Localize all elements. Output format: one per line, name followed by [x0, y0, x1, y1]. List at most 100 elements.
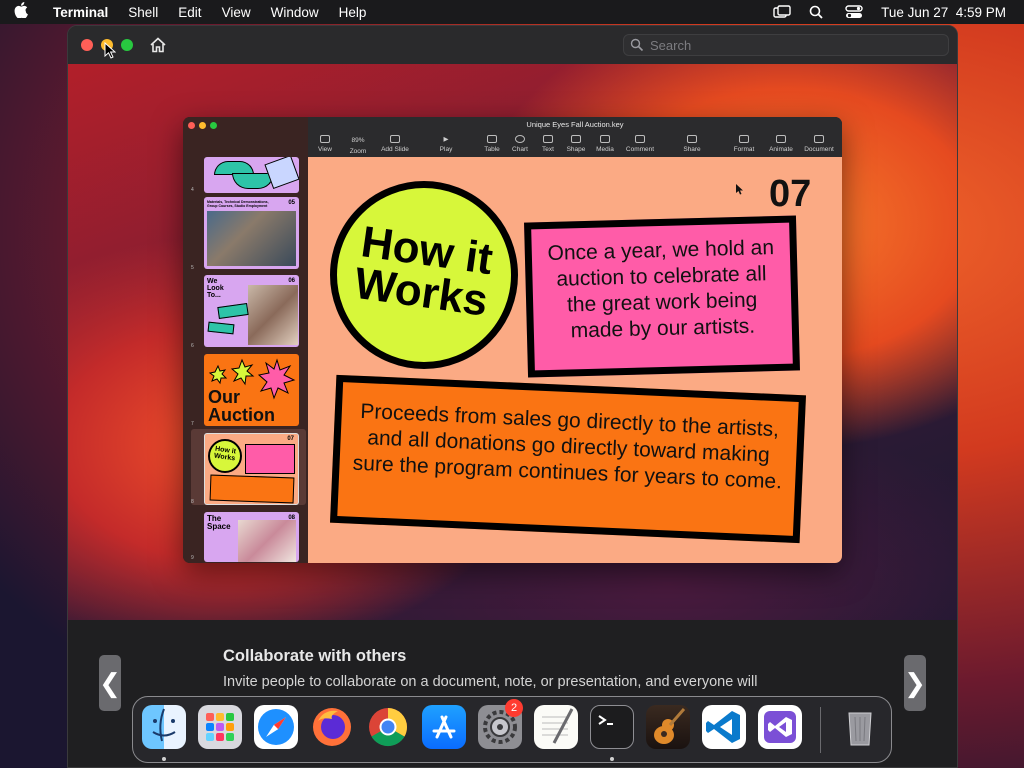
firefox-icon[interactable] [310, 705, 354, 749]
chart-icon [515, 135, 525, 143]
slide-headline: How it Works [351, 217, 496, 326]
orange-callout-text: Proceeds from sales go directly to the a… [352, 399, 783, 494]
textedit-icon[interactable] [534, 705, 578, 749]
slide-number: 07 [769, 173, 812, 215]
keynote-toolbar: Unique Eyes Fall Auction.key View 89% Zoo… [308, 117, 842, 157]
menu-help[interactable]: Help [339, 5, 367, 20]
slide-thumbnail[interactable]: Our Auction [204, 354, 299, 426]
toolbar-share: Share [675, 135, 709, 153]
slide-pointer-icon [736, 184, 743, 195]
menu-shell[interactable]: Shell [128, 5, 158, 20]
thumb-badge: 06 [288, 278, 295, 284]
keynote-zoom-button [210, 122, 217, 129]
tip-title: Collaborate with others [223, 647, 407, 665]
thumb-number: 7 [191, 421, 194, 427]
orange-callout: Proceeds from sales go directly to the a… [329, 374, 807, 544]
pink-callout: Once a year, we hold an auction to celeb… [524, 215, 800, 378]
add-slide-icon [390, 135, 400, 143]
search-input[interactable]: Search [623, 34, 949, 56]
thumb-badge: 07 [287, 436, 294, 442]
vscode-icon[interactable] [702, 705, 746, 749]
thumb-title: Our Auction [208, 387, 275, 425]
search-icon [630, 38, 644, 55]
media-icon [600, 135, 610, 143]
hero-wallpaper: 4 5 Materials, Technical Demonstrations,… [68, 64, 957, 620]
keynote-window: 4 5 Materials, Technical Demonstrations,… [183, 117, 842, 563]
toolbar-format: Format [727, 135, 761, 153]
thumb-number: 9 [191, 555, 194, 561]
thumb-photo [238, 520, 296, 562]
view-icon [320, 135, 330, 143]
next-tip-button[interactable]: ❯ [904, 655, 926, 711]
slide-thumbnail[interactable]: The Space 08 [204, 512, 299, 562]
toolbar-play: ▶ Play [439, 136, 453, 153]
menubar-datetime[interactable]: Tue Jun 27 4:59 PM [881, 5, 1006, 20]
toolbar-zoom: 89% Zoom [349, 137, 367, 155]
visual-studio-icon[interactable] [758, 705, 802, 749]
close-button[interactable] [81, 39, 93, 51]
keynote-minimize-button [199, 122, 206, 129]
screen-mirroring-icon[interactable] [773, 5, 791, 19]
document-icon [814, 135, 824, 143]
toolbar-animate: Animate [764, 135, 798, 153]
tip-body: Invite people to collaborate on a docume… [223, 674, 758, 690]
thumb-title: The Space [207, 514, 231, 531]
thumb-title: We Look To... [207, 278, 224, 299]
slide-canvas: 07 How it Works Once a year, we hold an … [308, 157, 842, 563]
thumb-badge: 05 [288, 200, 295, 206]
terminal-icon[interactable] [590, 705, 634, 749]
dock: 2 [132, 696, 892, 763]
home-icon[interactable] [149, 36, 167, 54]
share-icon [687, 135, 697, 143]
thumb-number: 5 [191, 265, 194, 271]
menu-edit[interactable]: Edit [178, 5, 201, 20]
menu-app-name[interactable]: Terminal [53, 5, 108, 20]
slide-navigator: 4 5 Materials, Technical Demonstrations,… [183, 117, 308, 563]
thumb-photo [248, 285, 298, 345]
menu-view[interactable]: View [222, 5, 251, 20]
garageband-icon[interactable] [646, 705, 690, 749]
toolbar-media: Media [588, 135, 622, 153]
zoom-button[interactable] [121, 39, 133, 51]
format-icon [739, 135, 749, 143]
keynote-document-title: Unique Eyes Fall Auction.key [526, 120, 624, 129]
pink-callout-text: Once a year, we hold an auction to celeb… [547, 236, 775, 343]
thumb-number: 6 [191, 343, 194, 349]
safari-icon[interactable] [254, 705, 298, 749]
trash-icon[interactable] [838, 705, 882, 749]
finder-running-indicator [162, 757, 166, 761]
spotlight-search-icon[interactable] [809, 5, 827, 19]
settings-badge: 2 [505, 699, 523, 717]
app-store-icon[interactable] [422, 705, 466, 749]
finder-icon[interactable] [142, 705, 186, 749]
slide-thumbnail[interactable]: Materials, Technical Demonstrations, Gro… [204, 197, 299, 269]
table-icon [487, 135, 497, 143]
previous-tip-button[interactable]: ❮ [99, 655, 121, 711]
toolbar-add-slide: Add Slide [378, 135, 412, 153]
mouse-cursor-icon [104, 42, 116, 59]
shape-icon [571, 135, 581, 143]
chrome-icon[interactable] [366, 705, 410, 749]
thumb-number: 8 [191, 499, 194, 505]
dock-separator [820, 707, 821, 753]
slide-thumbnail[interactable] [204, 157, 299, 193]
text-icon [543, 135, 553, 143]
thumb-title: Materials, Technical Demonstrations, Gro… [207, 200, 269, 208]
search-placeholder: Search [650, 37, 692, 53]
thumb-photo [207, 211, 296, 266]
tips-window: Search 4 5 Materials, Technical Demonstr… [67, 25, 958, 768]
toolbar-comment: Comment [623, 135, 657, 153]
slide-thumbnail[interactable]: We Look To... 06 [204, 275, 299, 347]
apple-icon[interactable] [14, 1, 42, 23]
keynote-close-button [188, 122, 195, 129]
toolbar-document: Document [802, 135, 836, 153]
slide-thumbnail-selected[interactable]: How it Works 07 [204, 433, 299, 505]
control-center-icon[interactable] [845, 5, 863, 19]
menu-window[interactable]: Window [271, 5, 319, 20]
headline-circle: How it Works [330, 181, 518, 369]
toolbar-view: View [308, 135, 342, 153]
menu-bar: Terminal Shell Edit View Window Help Tue… [0, 0, 1024, 24]
animate-icon [776, 135, 786, 143]
launchpad-icon[interactable] [198, 705, 242, 749]
terminal-running-indicator [610, 757, 614, 761]
